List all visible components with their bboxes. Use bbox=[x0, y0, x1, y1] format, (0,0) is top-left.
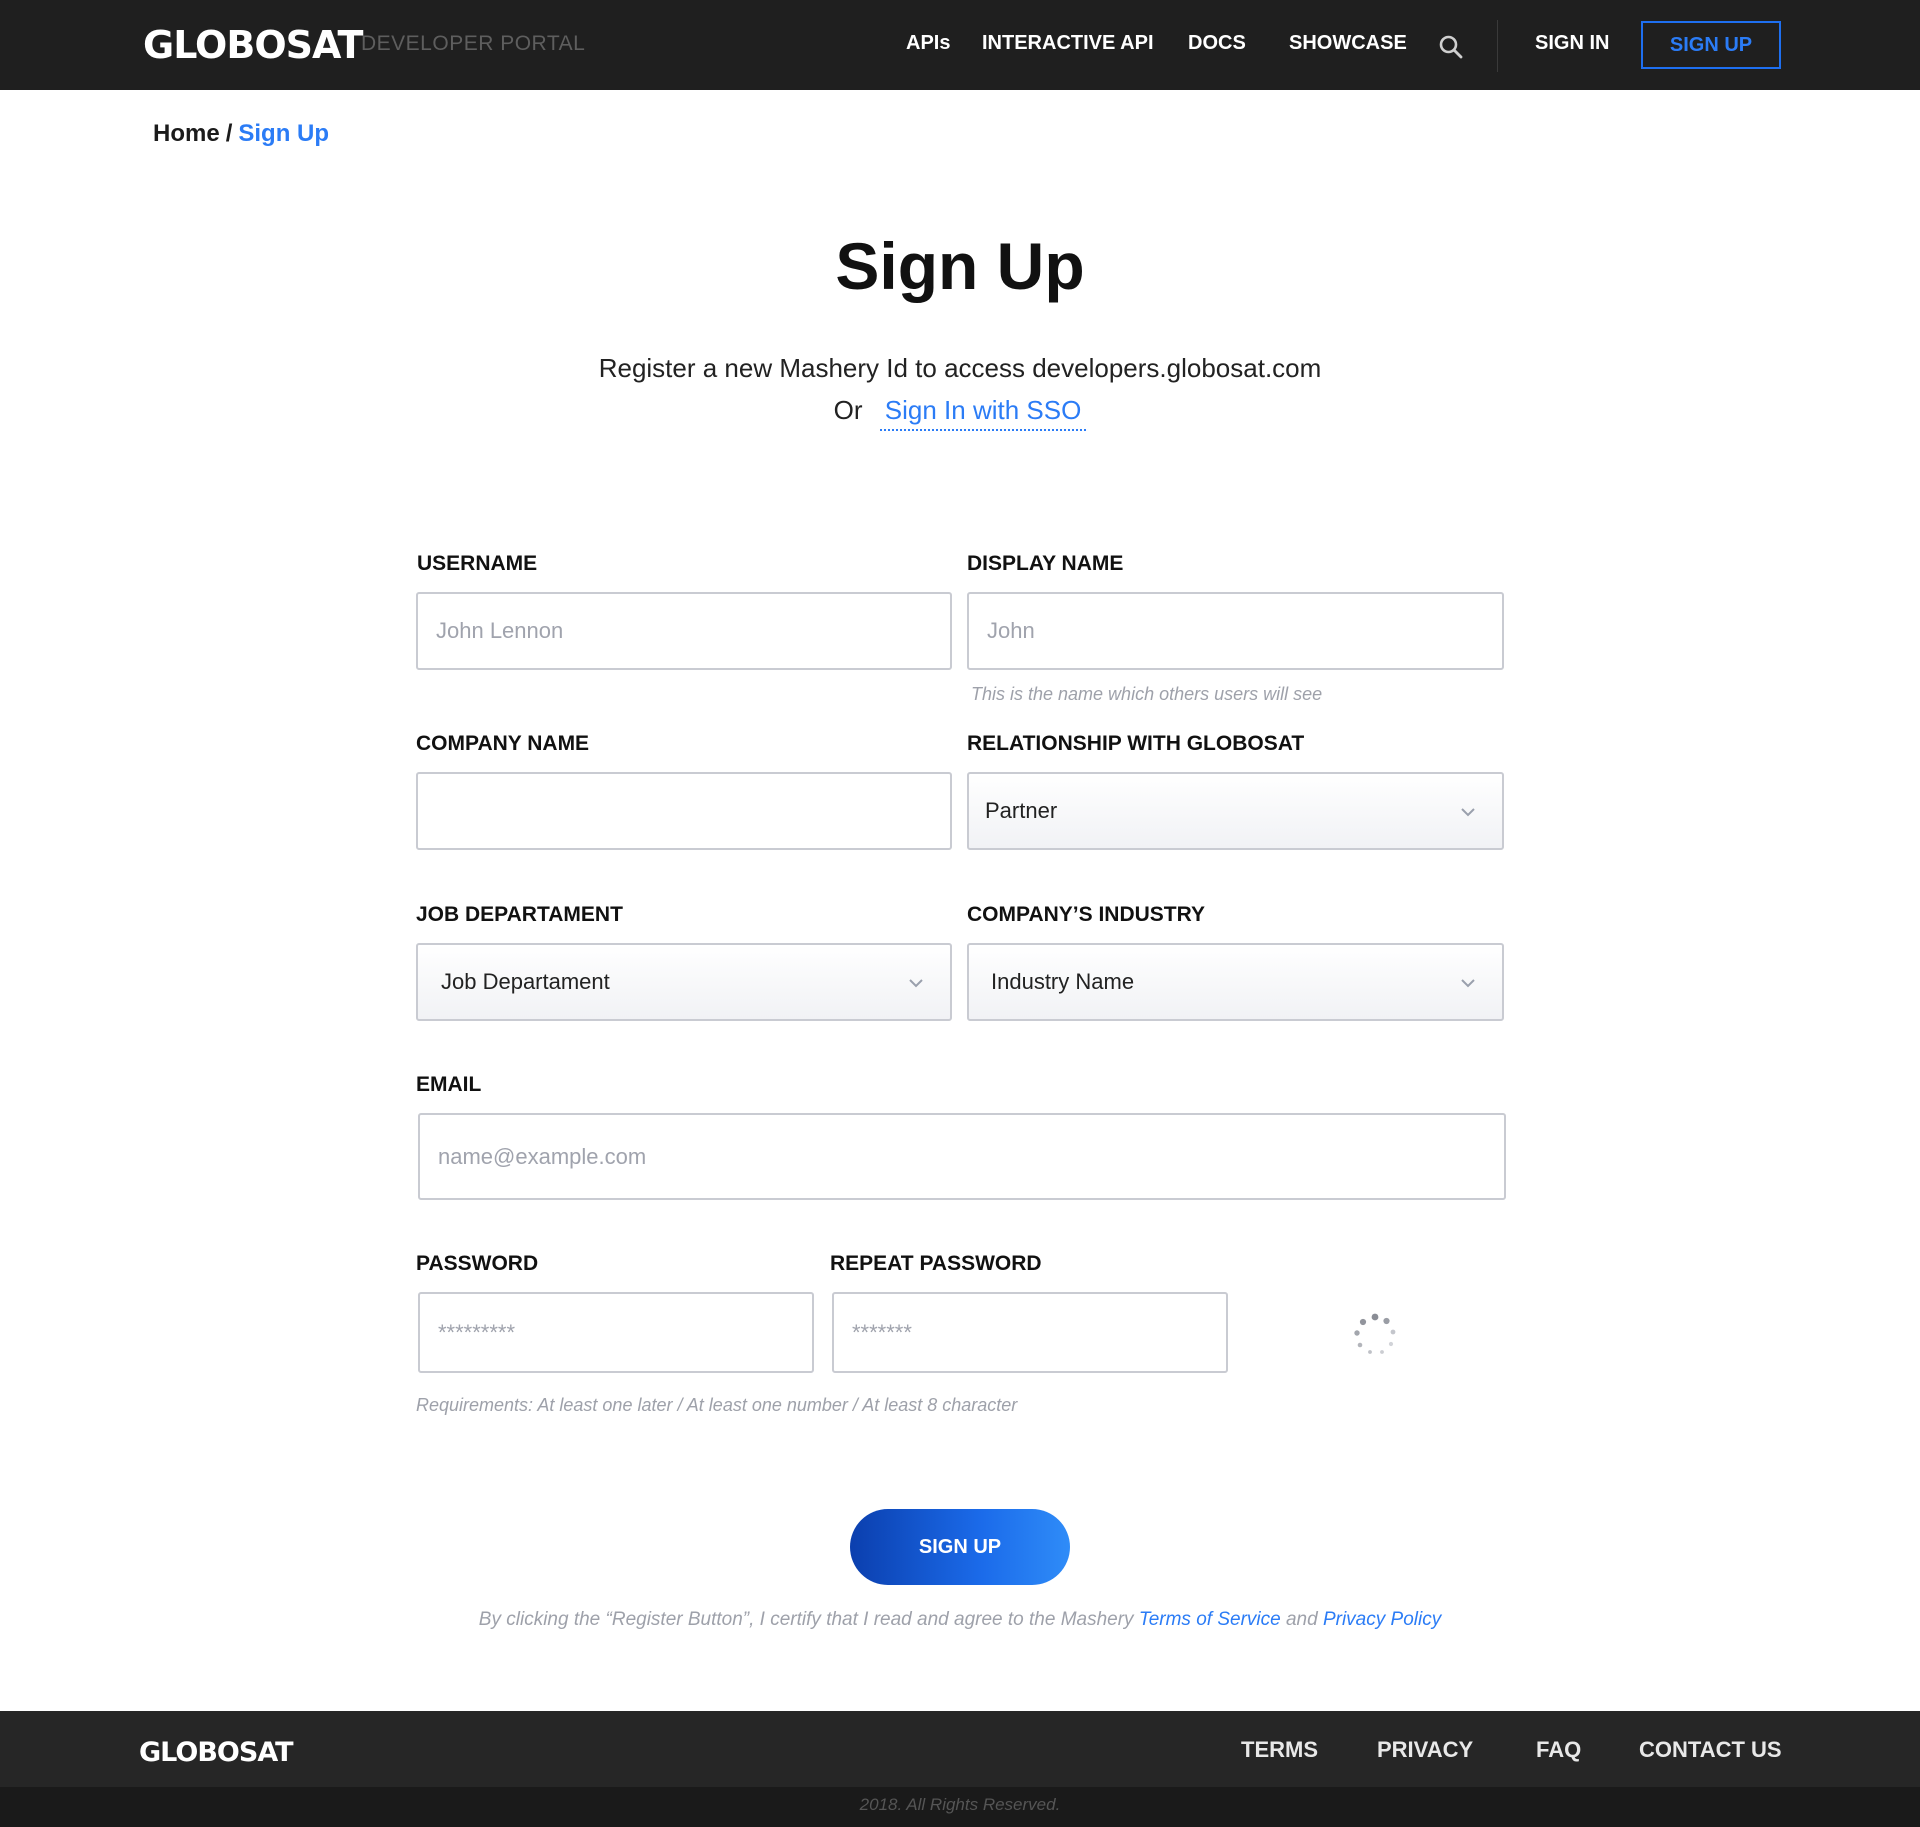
job-department-label: JOB DEPARTAMENT bbox=[416, 903, 623, 926]
repeat-password-input[interactable] bbox=[832, 1292, 1228, 1373]
sign-in-sso-link[interactable]: Sign In with SSO bbox=[879, 395, 1087, 431]
job-department-select[interactable]: Job Departament bbox=[416, 943, 952, 1021]
developer-portal-label: DEVELOPER PORTAL bbox=[361, 32, 586, 55]
site-header: GLOBOSAT DEVELOPER PORTAL APIs INTERACTI… bbox=[0, 0, 1920, 90]
display-name-label: DISPLAY NAME bbox=[967, 552, 1124, 575]
copyright-text: 2018. All Rights Reserved. bbox=[859, 1795, 1061, 1814]
sign-up-submit-button[interactable]: SIGN UP bbox=[850, 1509, 1070, 1585]
email-label: EMAIL bbox=[416, 1073, 482, 1096]
nav-apis[interactable]: APIs bbox=[906, 32, 950, 55]
breadcrumb-home[interactable]: Home bbox=[153, 120, 220, 147]
relationship-select[interactable]: Partner bbox=[967, 772, 1504, 850]
search-icon[interactable] bbox=[1438, 34, 1464, 60]
terms-of-service-link[interactable]: Terms of Service bbox=[1139, 1609, 1281, 1630]
loading-spinner-icon bbox=[1354, 1313, 1396, 1354]
company-name-input[interactable] bbox=[416, 772, 952, 850]
username-input[interactable] bbox=[416, 592, 952, 670]
password-label: PASSWORD bbox=[416, 1252, 539, 1275]
nav-interactive-api[interactable]: INTERACTIVE API bbox=[982, 32, 1154, 55]
company-name-label: COMPANY NAME bbox=[416, 732, 590, 755]
globosat-logo[interactable]: GLOBOSAT bbox=[143, 22, 363, 68]
legal-prefix: By clicking the “Register Button”, I cer… bbox=[478, 1609, 1134, 1630]
footer-bottom-bar: 2018. All Rights Reserved. bbox=[0, 1787, 1920, 1827]
sso-line: Or Sign In with SSO bbox=[0, 395, 1920, 431]
job-department-value: Job Departament bbox=[441, 969, 610, 994]
nav-divider bbox=[1497, 20, 1498, 72]
chevron-down-icon bbox=[1461, 808, 1475, 817]
display-name-hint: This is the name which others users will… bbox=[971, 684, 1323, 704]
legal-and: and bbox=[1285, 1609, 1318, 1630]
site-footer: GLOBOSAT TERMS PRIVACY FAQ CONTACT US 20… bbox=[0, 1711, 1920, 1827]
relationship-value: Partner bbox=[985, 798, 1058, 823]
display-name-input[interactable] bbox=[967, 592, 1504, 670]
footer-terms-link[interactable]: TERMS bbox=[1241, 1737, 1318, 1763]
password-input[interactable] bbox=[418, 1292, 814, 1373]
breadcrumb-current: Sign Up bbox=[238, 120, 330, 147]
footer-faq-link[interactable]: FAQ bbox=[1536, 1737, 1581, 1763]
chevron-down-icon bbox=[909, 979, 923, 988]
page-subtitle: Register a new Mashery Id to access deve… bbox=[598, 353, 1322, 383]
chevron-down-icon bbox=[1461, 979, 1475, 988]
footer-globosat-logo[interactable]: GLOBOSAT bbox=[139, 1737, 294, 1768]
legal-text: By clicking the “Register Button”, I cer… bbox=[0, 1609, 1920, 1631]
password-requirements: Requirements: At least one later / At le… bbox=[416, 1395, 1018, 1415]
sign-in-link[interactable]: SIGN IN bbox=[1535, 32, 1609, 55]
relationship-label: RELATIONSHIP WITH GLOBOSAT bbox=[967, 732, 1305, 755]
footer-privacy-link[interactable]: PRIVACY bbox=[1377, 1737, 1473, 1763]
or-text: Or bbox=[833, 395, 863, 425]
nav-docs[interactable]: DOCS bbox=[1188, 32, 1246, 55]
username-label: USERNAME bbox=[417, 552, 538, 575]
privacy-policy-link[interactable]: Privacy Policy bbox=[1323, 1609, 1441, 1630]
email-input[interactable] bbox=[418, 1113, 1506, 1200]
nav-showcase[interactable]: SHOWCASE bbox=[1289, 32, 1407, 55]
industry-select[interactable]: Industry Name bbox=[967, 943, 1504, 1021]
breadcrumb: Home / Sign Up bbox=[153, 120, 329, 148]
repeat-password-label: REPEAT PASSWORD bbox=[830, 1252, 1042, 1275]
header-sign-up-button[interactable]: SIGN UP bbox=[1641, 21, 1781, 69]
footer-contact-link[interactable]: CONTACT US bbox=[1639, 1737, 1782, 1763]
industry-value: Industry Name bbox=[991, 969, 1135, 994]
breadcrumb-separator: / bbox=[225, 120, 233, 147]
page-title: Sign Up bbox=[835, 229, 1085, 303]
industry-label: COMPANY’S INDUSTRY bbox=[967, 903, 1206, 926]
